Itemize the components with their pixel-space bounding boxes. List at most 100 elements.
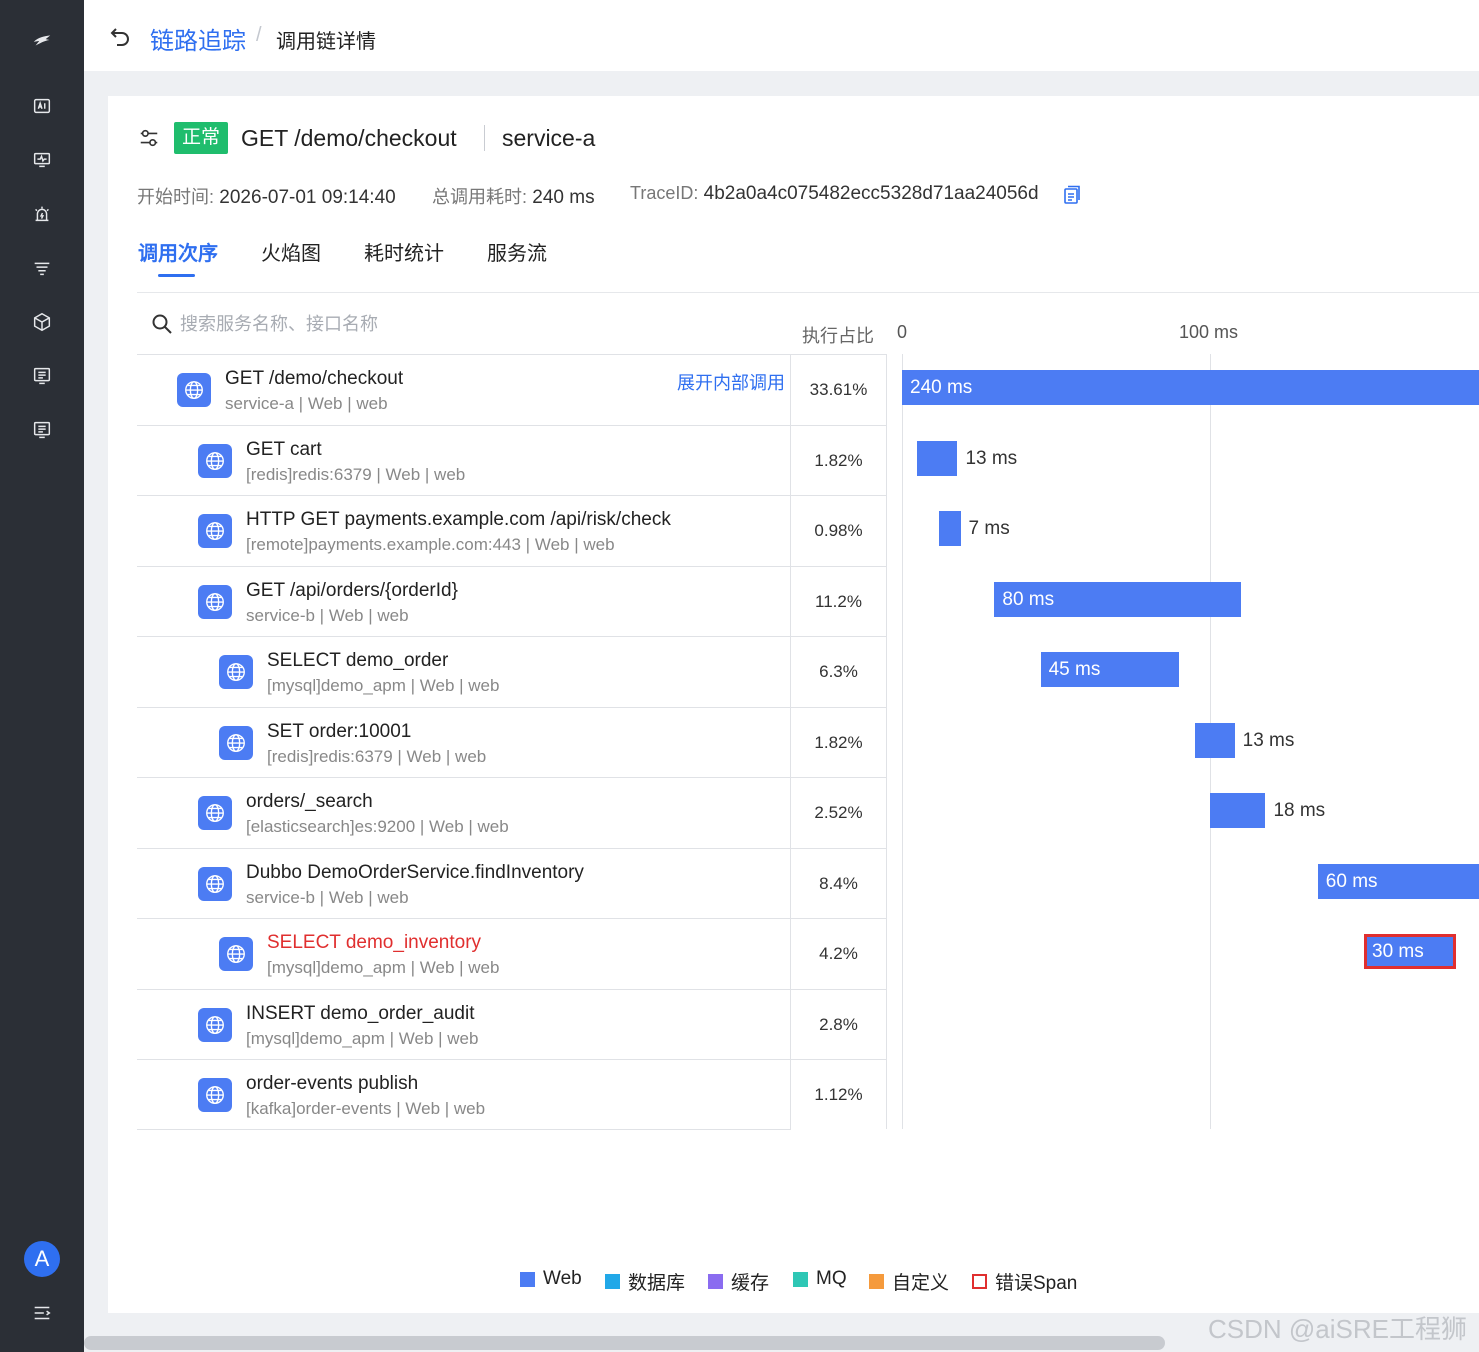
report-icon[interactable]: [28, 416, 56, 444]
collapse-menu-icon[interactable]: [28, 1299, 56, 1327]
globe-icon: [219, 655, 253, 689]
legend-label: 错误Span: [995, 1273, 1078, 1294]
legend-item[interactable]: 数据库: [605, 1268, 685, 1295]
span-meta: service-a | Web | web: [225, 394, 388, 413]
legend-item[interactable]: MQ: [793, 1268, 847, 1290]
copy-icon[interactable]: [1063, 185, 1081, 205]
logo-icon[interactable]: [28, 26, 56, 54]
span-name: SELECT demo_order: [267, 650, 449, 671]
span-bar-label: 13 ms: [1242, 730, 1295, 751]
span-name: Dubbo DemoOrderService.findInventory: [246, 862, 584, 883]
globe-icon: [198, 444, 232, 478]
span-name: INSERT demo_order_audit: [246, 1003, 475, 1024]
legend-label: MQ: [816, 1268, 847, 1289]
span-meta: service-b | Web | web: [246, 888, 409, 907]
breadcrumb-separator: /: [256, 24, 262, 46]
legend-item[interactable]: 自定义: [869, 1268, 949, 1295]
legend-swatch: [869, 1274, 884, 1289]
trace-id-label: TraceID:: [630, 183, 699, 203]
span-bar[interactable]: [938, 511, 961, 546]
top-bar: 链路追踪 / 调用链详情: [84, 0, 1479, 71]
table-bottom-border: [137, 1129, 791, 1130]
tab-duration-stats[interactable]: 耗时统计: [364, 237, 444, 266]
globe-icon: [219, 937, 253, 971]
span-row[interactable]: Dubbo DemoOrderService.findInventory serv…: [137, 848, 886, 918]
span-meta: [redis]redis:6379 | Web | web: [246, 465, 466, 484]
span-row[interactable]: SELECT demo_inventory [mysql]demo_apm | W…: [137, 918, 886, 988]
tab-service-flow[interactable]: 服务流: [487, 237, 547, 266]
span-bar-label: 13 ms: [965, 448, 1018, 469]
span-pct: 11.2%: [815, 592, 862, 611]
span-name: SET order:10001: [267, 721, 412, 742]
legend-item[interactable]: Web: [520, 1268, 582, 1290]
span-row[interactable]: order-events publish [kafka]order-events …: [137, 1059, 886, 1129]
span-row[interactable]: SELECT demo_order [mysql]demo_apm | Web |…: [137, 636, 886, 706]
trace-sliders-icon: [140, 129, 158, 147]
span-meta: [remote]payments.example.com:443 | Web |…: [246, 535, 615, 554]
tab-call-order[interactable]: 调用次序: [138, 237, 218, 266]
legend-swatch: [520, 1271, 535, 1287]
breadcrumb-current: 调用链详情: [276, 31, 376, 53]
span-pct: 1.82%: [814, 733, 863, 752]
breadcrumb-trace-link[interactable]: 链路追踪: [150, 21, 246, 56]
cube-icon[interactable]: [28, 308, 56, 336]
search-input[interactable]: [180, 308, 780, 340]
span-bar[interactable]: [902, 370, 1479, 405]
axis-tick-100: 100 ms: [1179, 322, 1239, 342]
span-meta: [kafka]order-events | Web | web: [246, 1099, 486, 1118]
active-tab-indicator: [158, 274, 195, 277]
span-row[interactable]: INSERT demo_order_audit [mysql]demo_apm |…: [137, 989, 886, 1059]
span-pct: 1.12%: [814, 1085, 863, 1104]
span-pct: 2.8%: [819, 1015, 858, 1034]
span-bar[interactable]: [917, 441, 958, 476]
alarm-icon[interactable]: [28, 200, 56, 228]
span-meta: [mysql]demo_apm | Web | web: [267, 958, 500, 977]
globe-icon: [198, 514, 232, 548]
span-bar-label: 240 ms: [910, 377, 973, 398]
ai-analysis-icon[interactable]: [28, 92, 56, 120]
span-pct: 1.82%: [814, 451, 863, 470]
legend-swatch: [708, 1274, 723, 1289]
sidebar: A: [0, 0, 84, 1352]
span-row[interactable]: orders/_search [elasticsearch]es:9200 | W…: [137, 777, 886, 847]
span-meta: [mysql]demo_apm | Web | web: [246, 1029, 479, 1048]
legend-item[interactable]: 缓存: [708, 1268, 769, 1295]
span-bar-label: 60 ms: [1325, 871, 1378, 892]
span-meta: [mysql]demo_apm | Web | web: [267, 676, 500, 695]
globe-icon: [198, 1008, 232, 1042]
watermark: CSDN @aiSRE工程狮: [1208, 1314, 1467, 1344]
legend-label: 缓存: [731, 1273, 770, 1294]
expand-internal-calls-link[interactable]: 展开内部调用: [677, 369, 785, 395]
span-row[interactable]: GET /api/orders/{orderId} service-b | Web…: [137, 566, 886, 636]
globe-icon: [219, 726, 253, 760]
span-name: GET /demo/checkout: [225, 368, 404, 389]
span-bar-label: 7 ms: [968, 518, 1010, 539]
span-row[interactable]: GET /demo/checkout service-a | Web | web 3…: [137, 354, 886, 424]
globe-icon: [198, 1078, 232, 1112]
span-bar-label: 80 ms: [1002, 589, 1055, 610]
back-icon[interactable]: [108, 24, 132, 48]
span-pct: 0.98%: [814, 521, 863, 540]
globe-icon: [198, 867, 232, 901]
span-bar[interactable]: [1210, 793, 1266, 828]
user-avatar[interactable]: A: [24, 1241, 60, 1277]
span-pct: 33.61%: [809, 380, 868, 399]
legend-label: Web: [543, 1268, 582, 1289]
span-pct: 8.4%: [819, 874, 858, 893]
span-row[interactable]: HTTP GET payments.example.com /api/risk/…: [137, 495, 886, 565]
tab-flame-graph[interactable]: 火焰图: [261, 237, 321, 266]
monitor-icon[interactable]: [28, 146, 56, 174]
span-row[interactable]: GET cart [redis]redis:6379 | Web | web 1.8…: [137, 425, 886, 495]
span-meta: [redis]redis:6379 | Web | web: [267, 747, 487, 766]
total-duration-label: 总调用耗时:: [432, 187, 528, 207]
span-bar[interactable]: [1194, 723, 1235, 758]
gridline-0: [902, 354, 903, 1129]
span-pct: 6.3%: [819, 662, 858, 681]
legend-item[interactable]: 错误Span: [972, 1268, 1077, 1295]
log-list-icon[interactable]: [28, 362, 56, 390]
span-meta: service-b | Web | web: [246, 606, 409, 625]
span-row[interactable]: SET order:10001 [redis]redis:6379 | Web |…: [137, 707, 886, 777]
horizontal-scrollbar[interactable]: [84, 1336, 1165, 1350]
globe-icon: [198, 585, 232, 619]
filter-list-icon[interactable]: [28, 254, 56, 282]
